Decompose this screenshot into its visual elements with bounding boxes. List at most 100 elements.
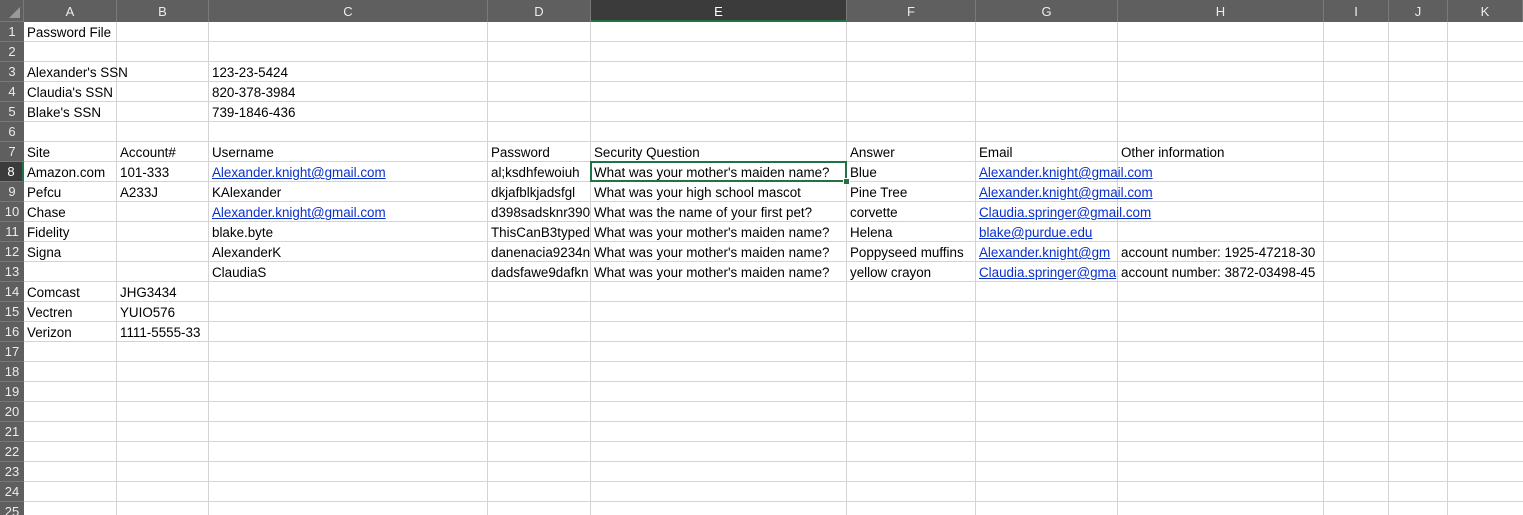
cell-e12[interactable]: What was your mother's maiden name? — [591, 242, 846, 261]
row-header-15[interactable]: 15 — [0, 302, 24, 322]
cell-c4[interactable]: 820-378-3984 — [209, 82, 487, 101]
row-header-1[interactable]: 1 — [0, 22, 24, 42]
row-header-3[interactable]: 3 — [0, 62, 24, 82]
cell-g10[interactable]: Claudia.springer@gmail.com — [976, 202, 1151, 221]
cell-h12[interactable]: account number: 1925-47218-30 — [1118, 242, 1323, 261]
column-header-a[interactable]: A — [24, 0, 117, 22]
column-header-j[interactable]: J — [1389, 0, 1448, 22]
fill-handle[interactable] — [843, 178, 850, 185]
cell-c3[interactable]: 123-23-5424 — [209, 62, 487, 81]
cell-g11[interactable]: blake@purdue.edu — [976, 222, 1117, 241]
cell-a1[interactable]: Password File — [24, 22, 116, 41]
cell-d10[interactable]: d398sadsknr390 — [488, 202, 590, 221]
row-header-6[interactable]: 6 — [0, 122, 24, 142]
column-header-b[interactable]: B — [117, 0, 209, 22]
row-header-17[interactable]: 17 — [0, 342, 24, 362]
row-header-7[interactable]: 7 — [0, 142, 24, 162]
row-header-25[interactable]: 25 — [0, 502, 24, 515]
cell-a3[interactable]: Alexander's SSN — [24, 62, 128, 81]
cell-a14[interactable]: Comcast — [24, 282, 116, 301]
cell-h7[interactable]: Other information — [1118, 142, 1323, 161]
cell-f12[interactable]: Poppyseed muffins — [847, 242, 975, 261]
cell-f8[interactable]: Blue — [847, 162, 975, 181]
column-header-f[interactable]: F — [847, 0, 976, 22]
cell-b14[interactable]: JHG3434 — [117, 282, 208, 301]
gridline-horizontal — [24, 301, 1523, 302]
cell-d11[interactable]: ThisCanB3typed — [488, 222, 590, 241]
cell-d12[interactable]: danenacia9234n — [488, 242, 590, 261]
row-header-20[interactable]: 20 — [0, 402, 24, 422]
row-header-2[interactable]: 2 — [0, 42, 24, 62]
cell-g9[interactable]: Alexander.knight@gmail.com — [976, 182, 1153, 201]
cell-g8[interactable]: Alexander.knight@gmail.com — [976, 162, 1153, 181]
column-header-e[interactable]: E — [591, 0, 847, 22]
row-header-8[interactable]: 8 — [0, 162, 24, 182]
cell-c5[interactable]: 739-1846-436 — [209, 102, 487, 121]
cell-c8[interactable]: Alexander.knight@gmail.com — [209, 162, 487, 181]
cell-a4[interactable]: Claudia's SSN — [24, 82, 116, 101]
cell-e13[interactable]: What was your mother's maiden name? — [591, 262, 846, 281]
row-header-10[interactable]: 10 — [0, 202, 24, 222]
cell-e11[interactable]: What was your mother's maiden name? — [591, 222, 846, 241]
cell-e10[interactable]: What was the name of your first pet? — [591, 202, 846, 221]
cell-d13[interactable]: dadsfawe9dafkn — [488, 262, 590, 281]
row-header-12[interactable]: 12 — [0, 242, 24, 262]
cell-d9[interactable]: dkjafblkjadsfgl — [488, 182, 590, 201]
cell-b15[interactable]: YUIO576 — [117, 302, 208, 321]
cell-f7[interactable]: Answer — [847, 142, 975, 161]
cell-a10[interactable]: Chase — [24, 202, 116, 221]
cell-a15[interactable]: Vectren — [24, 302, 116, 321]
row-header-4[interactable]: 4 — [0, 82, 24, 102]
cell-d7[interactable]: Password — [488, 142, 590, 161]
row-header-19[interactable]: 19 — [0, 382, 24, 402]
cell-f9[interactable]: Pine Tree — [847, 182, 975, 201]
select-all-button[interactable] — [0, 0, 24, 22]
spreadsheet-grid[interactable]: A B C D E F G H I J K 1 2 3 4 5 6 7 8 9 10 11 12 13 14 15 16 17 18 19… — [0, 0, 1523, 515]
row-header-9[interactable]: 9 — [0, 182, 24, 202]
cell-g13[interactable]: Claudia.springer@gma — [976, 262, 1117, 281]
cell-a8[interactable]: Amazon.com — [24, 162, 116, 181]
cell-b8[interactable]: 101-333 — [117, 162, 208, 181]
cell-g12[interactable]: Alexander.knight@gm — [976, 242, 1117, 261]
column-header-i[interactable]: I — [1324, 0, 1389, 22]
cell-f11[interactable]: Helena — [847, 222, 975, 241]
cell-a7[interactable]: Site — [24, 142, 116, 161]
column-header-c[interactable]: C — [209, 0, 488, 22]
column-header-h[interactable]: H — [1118, 0, 1324, 22]
row-header-23[interactable]: 23 — [0, 462, 24, 482]
cell-c10[interactable]: Alexander.knight@gmail.com — [209, 202, 487, 221]
cell-b16[interactable]: 1111-5555-33 — [117, 322, 208, 341]
row-header-18[interactable]: 18 — [0, 362, 24, 382]
row-header-13[interactable]: 13 — [0, 262, 24, 282]
cell-f13[interactable]: yellow crayon — [847, 262, 975, 281]
cell-a11[interactable]: Fidelity — [24, 222, 116, 241]
row-header-21[interactable]: 21 — [0, 422, 24, 442]
row-header-16[interactable]: 16 — [0, 322, 24, 342]
cell-e9[interactable]: What was your high school mascot — [591, 182, 846, 201]
cell-f10[interactable]: corvette — [847, 202, 975, 221]
cell-c12[interactable]: AlexanderK — [209, 242, 487, 261]
row-header-14[interactable]: 14 — [0, 282, 24, 302]
cell-d8[interactable]: al;ksdhfewoiuh — [488, 162, 590, 181]
cell-e8[interactable]: What was your mother's maiden name? — [591, 162, 846, 181]
cell-b9[interactable]: A233J — [117, 182, 208, 201]
cell-e7[interactable]: Security Question — [591, 142, 846, 161]
cell-c7[interactable]: Username — [209, 142, 487, 161]
cell-c9[interactable]: KAlexander — [209, 182, 487, 201]
cell-a16[interactable]: Verizon — [24, 322, 116, 341]
cell-a5[interactable]: Blake's SSN — [24, 102, 116, 121]
cell-c13[interactable]: ClaudiaS — [209, 262, 487, 281]
cell-g7[interactable]: Email — [976, 142, 1117, 161]
column-header-k[interactable]: K — [1448, 0, 1523, 22]
row-header-5[interactable]: 5 — [0, 102, 24, 122]
cell-h13[interactable]: account number: 3872-03498-45 — [1118, 262, 1323, 281]
cell-a9[interactable]: Pefcu — [24, 182, 116, 201]
cell-c11[interactable]: blake.byte — [209, 222, 487, 241]
cell-b7[interactable]: Account# — [117, 142, 208, 161]
row-header-22[interactable]: 22 — [0, 442, 24, 462]
row-header-24[interactable]: 24 — [0, 482, 24, 502]
column-header-g[interactable]: G — [976, 0, 1118, 22]
column-header-d[interactable]: D — [488, 0, 591, 22]
row-header-11[interactable]: 11 — [0, 222, 24, 242]
cell-a12[interactable]: Signa — [24, 242, 116, 261]
